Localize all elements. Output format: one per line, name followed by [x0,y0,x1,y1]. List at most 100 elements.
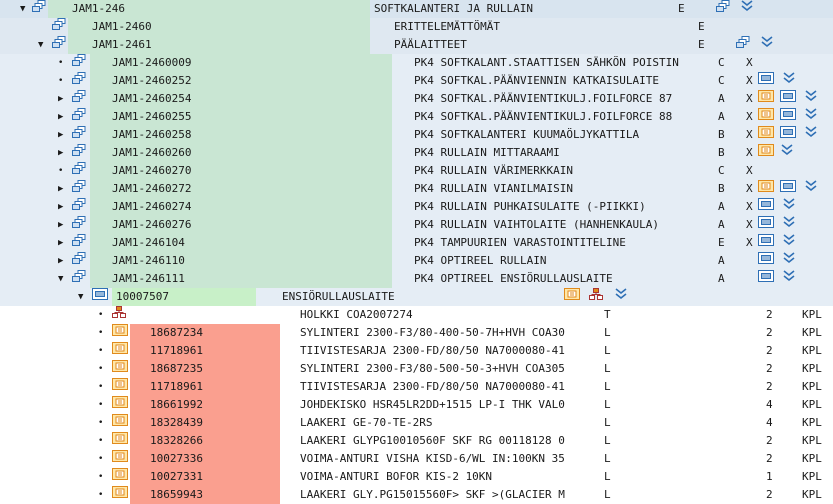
tree-row[interactable]: • JAM1-2460252 PK4 SOFTKAL.PÄÄNVIENNIN KAT… [0,72,833,90]
hierarchy-icon[interactable] [72,108,86,126]
bom-item-row[interactable]: • HOLKKI COA2007274 T 2 KPL [0,306,833,324]
bom-item-row[interactable]: • 18328439 LAAKERI GE-70-TE-2RS L 4 KPL [0,414,833,432]
down-arrows-icon[interactable] [782,234,795,252]
collapse-arrow-icon[interactable]: ▼ [20,0,25,18]
hierarchy-icon[interactable] [72,90,86,108]
tree-row[interactable]: ▶ JAM1-246104 PK4 TAMPUURIEN VARASTOINTITE… [0,234,833,252]
list-icon[interactable] [758,216,774,234]
list-icon[interactable] [758,252,774,270]
hierarchy-orange-icon[interactable] [589,288,603,306]
hierarchy-icon[interactable] [736,36,750,54]
list-icon[interactable] [92,288,108,306]
down-arrows-icon[interactable] [782,252,795,270]
material-icon[interactable] [112,414,128,432]
tree-row[interactable]: ▶ JAM1-2460258 PK4 SOFTKALANTERI KUUMAÖLJY… [0,126,833,144]
material-icon[interactable] [112,396,128,414]
tree-row[interactable]: ▶ JAM1-2460274 PK4 RULLAIN PUHKAISULAITE (… [0,198,833,216]
tree-row[interactable]: ▶ JAM1-2460276 PK4 RULLAIN VAIHTOLAITE (HA… [0,216,833,234]
hierarchy-icon[interactable] [72,252,86,270]
material-icon[interactable] [564,288,580,306]
list-icon[interactable] [758,270,774,288]
tree-row[interactable]: • JAM1-2460009 PK4 SOFTKALANT.STAATTISEN S… [0,54,833,72]
down-arrows-icon[interactable] [782,198,795,216]
down-arrows-icon[interactable] [804,90,817,108]
material-icon[interactable] [112,450,128,468]
bom-item-row[interactable]: • 18659943 LAAKERI GLY.PG15015560F> SKF >(… [0,486,833,504]
hierarchy-orange-icon[interactable] [112,306,126,324]
down-arrows-icon[interactable] [760,36,773,54]
hierarchy-icon[interactable] [52,18,66,36]
bom-item-row[interactable]: • 18328266 LAAKERI GLYPG10010560F SKF RG 0… [0,432,833,450]
bom-item-row[interactable]: • 11718961 TIIVISTESARJA 2300-FD/80/50 NA7… [0,378,833,396]
bom-item-row[interactable]: • 10027331 VOIMA-ANTURI BOFOR KIS-2 10KN L 1… [0,468,833,486]
expand-arrow-icon[interactable]: ▶ [58,108,63,126]
material-icon[interactable] [758,90,774,108]
hierarchy-icon[interactable] [72,162,86,180]
down-arrows-icon[interactable] [740,0,753,18]
hierarchy-icon[interactable] [72,198,86,216]
expand-arrow-icon[interactable]: ▶ [58,90,63,108]
material-icon[interactable] [758,126,774,144]
collapse-arrow-icon[interactable]: ▼ [38,36,43,54]
expand-arrow-icon[interactable]: ▶ [58,234,63,252]
down-arrows-icon[interactable] [782,270,795,288]
tree-row[interactable]: ▼ JAM1-2461 PÄÄLAITTEET E [0,36,833,54]
list-icon[interactable] [758,198,774,216]
material-icon[interactable] [112,486,128,504]
tree-row[interactable]: ▶ JAM1-246110 PK4 OPTIREEL RULLAIN A [0,252,833,270]
down-arrows-icon[interactable] [804,180,817,198]
material-icon[interactable] [112,378,128,396]
bom-item-row[interactable]: • 11718961 TIIVISTESARJA 2300-FD/80/50 NA7… [0,342,833,360]
hierarchy-icon[interactable] [72,72,86,90]
hierarchy-icon[interactable] [32,0,46,18]
material-icon[interactable] [112,324,128,342]
expand-arrow-icon[interactable]: ▶ [58,216,63,234]
bom-item-row[interactable]: • 18687234 SYLINTERI 2300-F3/80-400-50-7H+… [0,324,833,342]
hierarchy-icon[interactable] [716,0,730,18]
tree-row[interactable]: ▼ JAM1-246111 PK4 OPTIREEL ENSIÖRULLAUSLAI… [0,270,833,288]
collapse-arrow-icon[interactable]: ▼ [58,270,63,288]
material-icon[interactable] [112,360,128,378]
tree-row[interactable]: ▶ JAM1-2460272 PK4 RULLAIN VIANILMAISIN B X [0,180,833,198]
tree-row[interactable]: ▶ JAM1-2460260 PK4 RULLAIN MITTARAAMI B X [0,144,833,162]
hierarchy-icon[interactable] [72,144,86,162]
expand-arrow-icon[interactable]: ▶ [58,198,63,216]
collapse-arrow-icon[interactable]: ▼ [78,288,83,306]
expand-arrow-icon[interactable]: ▶ [58,252,63,270]
hierarchy-icon[interactable] [72,216,86,234]
bom-item-row[interactable]: • 18661992 JOHDEKISKO HSR45LR2DD+1515 LP-I… [0,396,833,414]
hierarchy-icon[interactable] [72,180,86,198]
hierarchy-icon[interactable] [72,234,86,252]
tree-row[interactable]: ▼ JAM1-246 SOFTKALANTERI JA RULLAIN E [0,0,833,18]
hierarchy-icon[interactable] [72,126,86,144]
material-icon[interactable] [758,180,774,198]
expand-arrow-icon[interactable]: ▶ [58,180,63,198]
list-icon[interactable] [780,108,796,126]
list-icon[interactable] [758,234,774,252]
tree-row[interactable]: ▶ JAM1-2460254 PK4 SOFTKAL.PÄÄNVIENTIKULJ.… [0,90,833,108]
bom-item-row[interactable]: • 10027336 VOIMA-ANTURI VISHA KISD-6/WL IN… [0,450,833,468]
list-icon[interactable] [780,180,796,198]
bom-header-row[interactable]: ▼ 10007507 ENSIÖRULLAUSLAITE [0,288,833,306]
hierarchy-icon[interactable] [72,270,86,288]
expand-arrow-icon[interactable]: ▶ [58,144,63,162]
hierarchy-icon[interactable] [52,36,66,54]
tree-row[interactable]: • JAM1-2460270 PK4 RULLAIN VÄRIMERKKAIN C X [0,162,833,180]
tree-row[interactable]: ▶ JAM1-2460255 PK4 SOFTKAL.PÄÄNVIENTIKULJ.… [0,108,833,126]
material-icon[interactable] [758,144,774,162]
down-arrows-icon[interactable] [782,72,795,90]
list-icon[interactable] [758,72,774,90]
down-arrows-icon[interactable] [614,288,627,306]
list-icon[interactable] [780,90,796,108]
down-arrows-icon[interactable] [780,144,793,162]
down-arrows-icon[interactable] [804,108,817,126]
bom-item-row[interactable]: • 18687235 SYLINTERI 2300-F3/80-500-50-3+H… [0,360,833,378]
list-icon[interactable] [780,126,796,144]
tree-row[interactable]: JAM1-2460 ERITTELEMÄTTÖMÄT E [0,18,833,36]
material-icon[interactable] [112,432,128,450]
material-icon[interactable] [112,468,128,486]
down-arrows-icon[interactable] [782,216,795,234]
hierarchy-icon[interactable] [72,54,86,72]
expand-arrow-icon[interactable]: ▶ [58,126,63,144]
material-icon[interactable] [758,108,774,126]
